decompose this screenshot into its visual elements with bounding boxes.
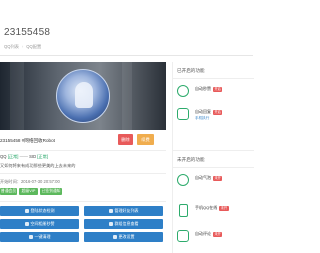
status-sid-value: [正常] xyxy=(37,154,48,159)
action-label: 更改设置 xyxy=(118,234,135,239)
feature-name: 自动评论 未开 xyxy=(195,231,223,237)
feature-label: 自动秒赞 xyxy=(195,86,211,91)
tag-row: 普通会员 超级VIP 已签到通知 xyxy=(0,188,166,196)
breadcrumb-item-qq-list[interactable]: QQ列表 xyxy=(4,44,19,49)
feature-auto-reply[interactable]: 自动回复 开启 手机执行 xyxy=(177,106,253,126)
sidebar-divider xyxy=(173,167,254,168)
feature-label: 手机QQ在线 xyxy=(195,205,218,210)
tag-svip: 超级VIP xyxy=(19,188,38,195)
signature-text: 又如何将来有成功那些更美的上去未来的 xyxy=(0,163,76,168)
enabled-features-heading: 已开启的功能 xyxy=(177,68,205,73)
info-divider xyxy=(0,173,166,174)
feature-label: 自动气泡 xyxy=(195,175,211,180)
status-sid-label: SID xyxy=(29,154,37,159)
trash-icon xyxy=(28,234,33,239)
refresh-icon xyxy=(177,85,189,97)
action-label: 管理好友列表 xyxy=(114,208,139,213)
avatar xyxy=(56,69,110,123)
avatar-figure xyxy=(75,82,93,108)
action-label: 登陆状态检测 xyxy=(30,208,55,213)
disabled-features-heading: 未开启的功能 xyxy=(177,157,205,162)
phone-icon xyxy=(179,204,188,217)
tag-notify: 已签到通知 xyxy=(40,188,62,195)
action-label: 一键清理 xyxy=(34,234,51,239)
header-divider xyxy=(0,55,253,56)
page-title: 23155458 xyxy=(4,27,51,38)
start-time-label: 开始时间： xyxy=(0,179,21,184)
sidebar: 已开启的功能 自动秒赞 开启 自动回复 开启 手机执行 未开启的功能 自动气泡 未开 … xyxy=(172,62,254,253)
chat-icon xyxy=(177,108,189,120)
feature-mobile-qq[interactable]: 手机QQ在线 未开 xyxy=(177,202,253,222)
tags-divider xyxy=(0,201,166,202)
breadcrumb-separator: › xyxy=(21,44,24,49)
action-label: 空间相册秒赞 xyxy=(30,221,55,226)
action-album-like-button[interactable]: 空间相册秒赞 xyxy=(0,219,79,229)
feature-name: 自动秒赞 开启 xyxy=(195,86,223,92)
feature-auto-comment[interactable]: 自动评论 未开 xyxy=(177,228,253,248)
feature-sub-link[interactable]: 手机执行 xyxy=(195,116,209,121)
profile-divider xyxy=(0,150,166,151)
feature-name: 自动气泡 未开 xyxy=(195,175,223,181)
status-line: QQ [正常] —— SID [正常] xyxy=(0,154,48,160)
action-clean-button[interactable]: 一键清理 xyxy=(0,232,79,242)
gear-icon xyxy=(112,234,117,239)
tag-member: 普通会员 xyxy=(0,188,17,195)
feature-label: 自动回复 xyxy=(195,109,211,114)
main-panel: 23155458 #网络回收Robot 删除 续费 QQ [正常] —— SID… xyxy=(0,62,166,253)
cloud-icon xyxy=(108,221,113,226)
profile-cover-image xyxy=(0,62,166,130)
cover-stripe xyxy=(122,62,132,130)
user-icon xyxy=(108,208,113,213)
breadcrumb-item-qq-config[interactable]: QQ配置 xyxy=(26,44,41,49)
action-settings-button[interactable]: 更改设置 xyxy=(84,232,163,242)
profile-row: 23155458 #网络回收Robot 删除 续费 xyxy=(0,134,166,148)
cover-stripe xyxy=(10,62,24,130)
start-time: 开始时间：2016-07-30 20:57:00 xyxy=(0,179,60,185)
bubble-icon xyxy=(177,174,189,186)
sidebar-divider xyxy=(173,78,254,79)
top-bar xyxy=(0,0,253,18)
delete-button[interactable]: 删除 xyxy=(118,134,133,145)
action-group-info-button[interactable]: 群组信息查看 xyxy=(84,219,163,229)
user-icon xyxy=(24,208,29,213)
cloud-icon xyxy=(24,221,29,226)
status-badge: 未开 xyxy=(213,176,223,181)
action-friends-button[interactable]: 管理好友列表 xyxy=(84,206,163,216)
qq-name: 23155458 #网络回收Robot xyxy=(0,138,55,143)
status-badge: 未开 xyxy=(219,206,229,211)
status-qq-label: QQ xyxy=(0,154,7,159)
action-label: 群组信息查看 xyxy=(114,221,139,226)
feature-name: 手机QQ在线 未开 xyxy=(195,205,229,211)
status-qq-value: [正常] xyxy=(7,154,19,159)
renew-button[interactable]: 续费 xyxy=(137,134,154,145)
feature-auto-bubble[interactable]: 自动气泡 未开 xyxy=(177,172,253,192)
feature-label: 自动评论 xyxy=(195,231,211,236)
status-badge: 未开 xyxy=(213,232,223,237)
status-separator: —— xyxy=(19,154,28,159)
status-badge: 开启 xyxy=(213,87,223,92)
action-login-check-button[interactable]: 登陆状态检测 xyxy=(0,206,79,216)
comment-icon xyxy=(177,230,189,242)
feature-name: 自动回复 开启 xyxy=(195,109,223,115)
sidebar-divider xyxy=(173,150,254,151)
breadcrumb: QQ列表 › QQ配置 xyxy=(4,44,41,50)
status-badge: 开启 xyxy=(213,110,223,115)
feature-auto-like[interactable]: 自动秒赞 开启 xyxy=(177,83,253,103)
start-time-value: 2016-07-30 20:57:00 xyxy=(20,179,60,184)
